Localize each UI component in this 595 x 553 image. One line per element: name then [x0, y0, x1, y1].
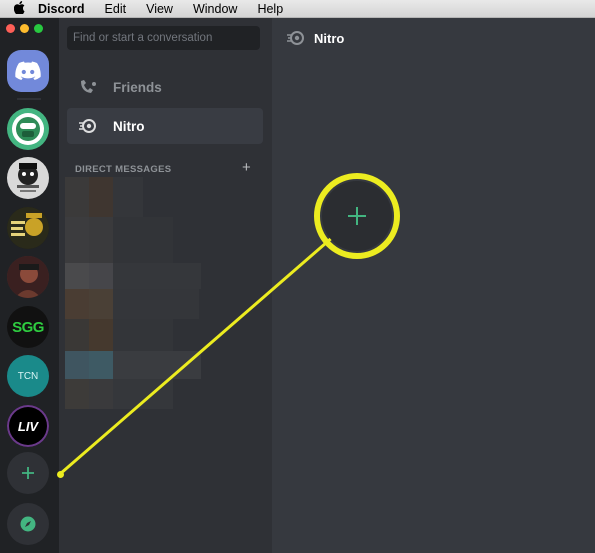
- annotation-dot: [57, 471, 64, 478]
- annotation-line: [59, 234, 335, 476]
- annotation-highlight-circle: [314, 173, 400, 259]
